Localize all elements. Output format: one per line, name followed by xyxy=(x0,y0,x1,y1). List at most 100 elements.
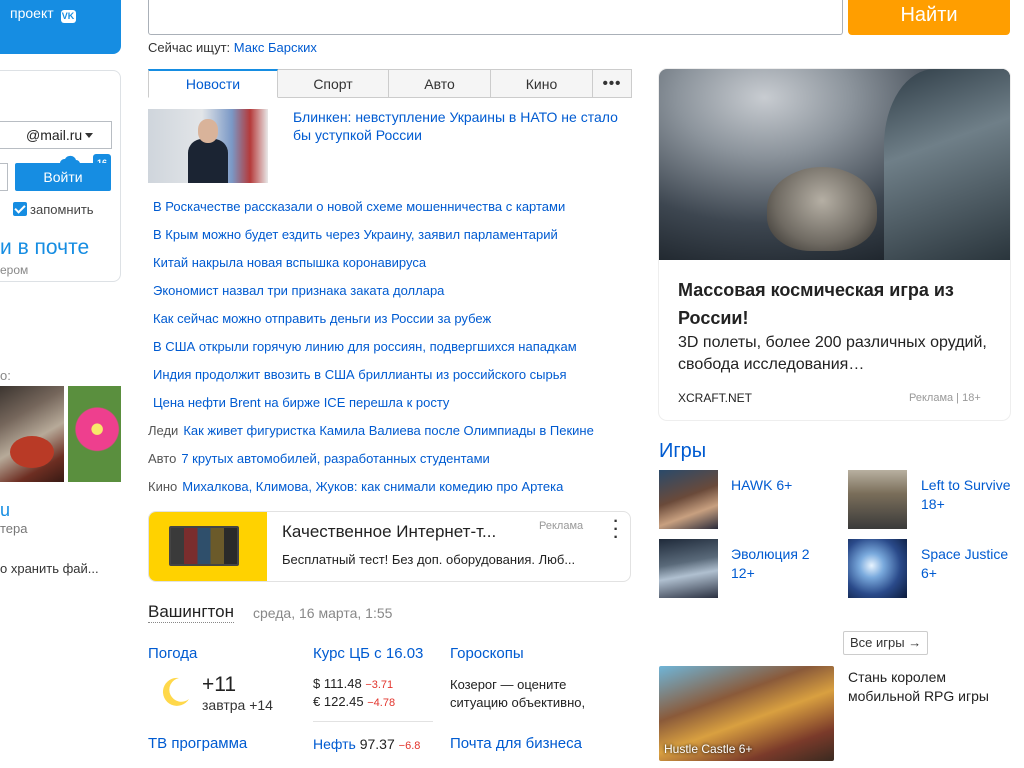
tab-news[interactable]: Новости xyxy=(148,69,278,98)
photos-label: о: xyxy=(0,368,11,383)
game-link-hawk[interactable]: HAWK 6+ xyxy=(731,476,792,495)
in-mail-subtitle: ером xyxy=(0,263,29,277)
ad-card[interactable]: Качественное Интернет-т... Реклама · · · Б… xyxy=(148,511,631,582)
news-link[interactable]: 7 крутых автомобилей, разработанных студ… xyxy=(181,451,489,466)
list-item[interactable]: Кино Михалкова, Климова, Жуков: как снима… xyxy=(148,478,632,506)
domain-value: @mail.ru xyxy=(26,127,83,143)
ad-text: Бесплатный тест! Без доп. оборудования. … xyxy=(282,552,576,567)
photo-cat[interactable] xyxy=(0,386,64,482)
chevron-down-icon xyxy=(85,133,94,138)
news-link[interactable]: Как сейчас можно отправить деньги из Рос… xyxy=(153,311,491,326)
game-thumb-hawk[interactable] xyxy=(659,470,718,529)
top-news-headline[interactable]: Блинкен: невступление Украины в НАТО не … xyxy=(293,108,623,144)
news-link[interactable]: Цена нефти Brent на бирже ICE перешла к … xyxy=(153,395,449,410)
game-link-space-justice[interactable]: Space Justice 6+ xyxy=(921,545,1016,583)
usd-rate: $ 111.48 −3.71 xyxy=(313,676,393,691)
news-link[interactable]: Как живет фигуристка Камила Валиева посл… xyxy=(183,423,593,438)
kebab-menu-icon[interactable]: · · · xyxy=(613,514,619,546)
photo-flower[interactable] xyxy=(68,386,121,482)
cloud-title[interactable]: u xyxy=(0,500,10,521)
usd-change: −3.71 xyxy=(365,679,394,691)
horoscope-link[interactable]: Гороскопы xyxy=(450,645,524,662)
city-name[interactable]: Вашингтон xyxy=(148,602,234,623)
usd-value: 111.48 xyxy=(323,676,362,691)
all-games-button[interactable]: Все игры → xyxy=(843,631,929,655)
tab-more[interactable]: ••• xyxy=(593,69,632,98)
list-item[interactable]: Индия продолжит ввозить в США бриллианты… xyxy=(148,366,632,394)
tv-program-link[interactable]: ТВ программа xyxy=(148,735,247,752)
news-link[interactable]: Михалкова, Климова, Жуков: как снимали к… xyxy=(182,479,563,494)
remember-label: запомнить xyxy=(30,202,94,217)
oil-rate[interactable]: Нефть 97.37 −6.8 xyxy=(313,736,435,752)
games-heading[interactable]: Игры xyxy=(659,440,706,463)
list-item[interactable]: Авто 7 крутых автомобилей, разработанных … xyxy=(148,450,632,478)
list-item[interactable]: В США открыли горячую линию для россиян,… xyxy=(148,338,632,366)
login-button[interactable]: Войти xyxy=(15,163,111,191)
big-ad-card[interactable]: Массовая космическая игра из России! 3D … xyxy=(659,69,1010,420)
search-input[interactable] xyxy=(148,0,843,35)
login-panel: 16 @mail.ru Войти запомнить и в почте ер… xyxy=(0,70,121,282)
game-link-evolution-2[interactable]: Эволюция 2 12+ xyxy=(731,545,831,583)
weather-tomorrow: завтра +14 xyxy=(202,697,273,713)
horoscope-text[interactable]: Козерог — оцените ситуацию объективно, xyxy=(450,676,620,712)
game-thumb-evolution-2[interactable] xyxy=(659,539,718,598)
list-item[interactable]: Цена нефти Brent на бирже ICE перешла к … xyxy=(148,394,632,422)
list-item[interactable]: В Крым можно будет ездить через Украину,… xyxy=(148,226,632,254)
search-button[interactable]: Найти xyxy=(848,0,1010,35)
game-thumb-space-justice[interactable] xyxy=(848,539,907,598)
news-category: Леди xyxy=(148,423,179,438)
news-link[interactable]: Индия продолжит ввозить в США бриллианты… xyxy=(153,367,567,382)
list-item[interactable]: Леди Как живет фигуристка Камила Валиева … xyxy=(148,422,632,450)
project-promo-banner[interactable]: проект VK xyxy=(0,0,121,54)
news-category: Кино xyxy=(148,479,178,494)
news-link[interactable]: Экономист назвал три признака заката дол… xyxy=(153,283,444,298)
in-mail-title[interactable]: и в почте xyxy=(0,236,89,260)
currency-link[interactable]: Курс ЦБ с 16.03 xyxy=(313,645,431,662)
weather-link[interactable]: Погода xyxy=(148,645,197,662)
oil-value: 97.37 xyxy=(359,736,395,752)
news-link[interactable]: Китай накрыла новая вспышка коронавируса xyxy=(153,255,426,270)
big-ad-desc: 3D полеты, более 200 различных орудий, с… xyxy=(678,334,987,373)
ad-label: Реклама xyxy=(539,520,584,532)
game-link-left-to-survive[interactable]: Left to Survive 18+ xyxy=(921,476,1016,514)
tab-sport[interactable]: Спорт xyxy=(278,69,389,98)
weather-temp: +11 xyxy=(202,673,237,696)
eur-change: −4.78 xyxy=(367,697,396,709)
suggest-link[interactable]: Макс Барских xyxy=(234,40,317,55)
big-ad-site: XCRAFT.NET xyxy=(678,391,753,405)
list-item[interactable]: Экономист назвал три признака заката дол… xyxy=(148,282,632,310)
hustle-castle-text[interactable]: Стань королем мобильной RPG игры xyxy=(848,668,1013,706)
big-ad-image xyxy=(659,69,1010,260)
list-item[interactable]: В Роскачестве рассказали о новой схеме м… xyxy=(148,198,632,226)
big-ad-title[interactable]: Массовая космическая игра из России! xyxy=(678,276,998,332)
news-list: В Роскачестве рассказали о новой схеме м… xyxy=(148,198,632,506)
big-ad-label: Реклама | 18+ xyxy=(909,392,981,404)
ad-title[interactable]: Качественное Интернет-т... xyxy=(282,522,496,542)
tab-kino[interactable]: Кино xyxy=(491,69,593,98)
vk-logo-icon: VK xyxy=(60,10,76,23)
news-category: Авто xyxy=(148,451,177,466)
ad-image xyxy=(149,512,267,581)
cloud-text: о хранить фай... xyxy=(0,561,99,576)
hustle-castle-image[interactable]: Hustle Castle 6+ xyxy=(659,666,834,761)
top-news-image[interactable] xyxy=(148,109,268,183)
news-link[interactable]: В Роскачестве рассказали о новой схеме м… xyxy=(153,199,565,214)
game-thumb-left-to-survive[interactable] xyxy=(848,470,907,529)
eur-value: 122.45 xyxy=(323,694,364,709)
eur-rate: € 122.45 −4.78 xyxy=(313,694,395,709)
remember-checkbox[interactable]: запомнить xyxy=(13,202,94,217)
business-mail-link[interactable]: Почта для бизнеса xyxy=(450,735,582,752)
news-link[interactable]: В Крым можно будет ездить через Украину,… xyxy=(153,227,558,242)
oil-link[interactable]: Нефть xyxy=(313,736,356,752)
list-item[interactable]: Китай накрыла новая вспышка коронавируса xyxy=(148,254,632,282)
news-tabs: Новости Спорт Авто Кино ••• xyxy=(148,69,632,98)
domain-select[interactable]: @mail.ru xyxy=(0,121,112,149)
moon-icon xyxy=(162,677,189,706)
city-date: среда, 16 марта, 1:55 xyxy=(253,605,393,621)
promo-text: проект xyxy=(10,5,54,21)
skull-illustration xyxy=(767,167,877,251)
news-link[interactable]: В США открыли горячую линию для россиян,… xyxy=(153,339,577,354)
list-item[interactable]: Как сейчас можно отправить деньги из Рос… xyxy=(148,310,632,338)
password-field[interactable] xyxy=(0,163,8,191)
tab-auto[interactable]: Авто xyxy=(389,69,491,98)
